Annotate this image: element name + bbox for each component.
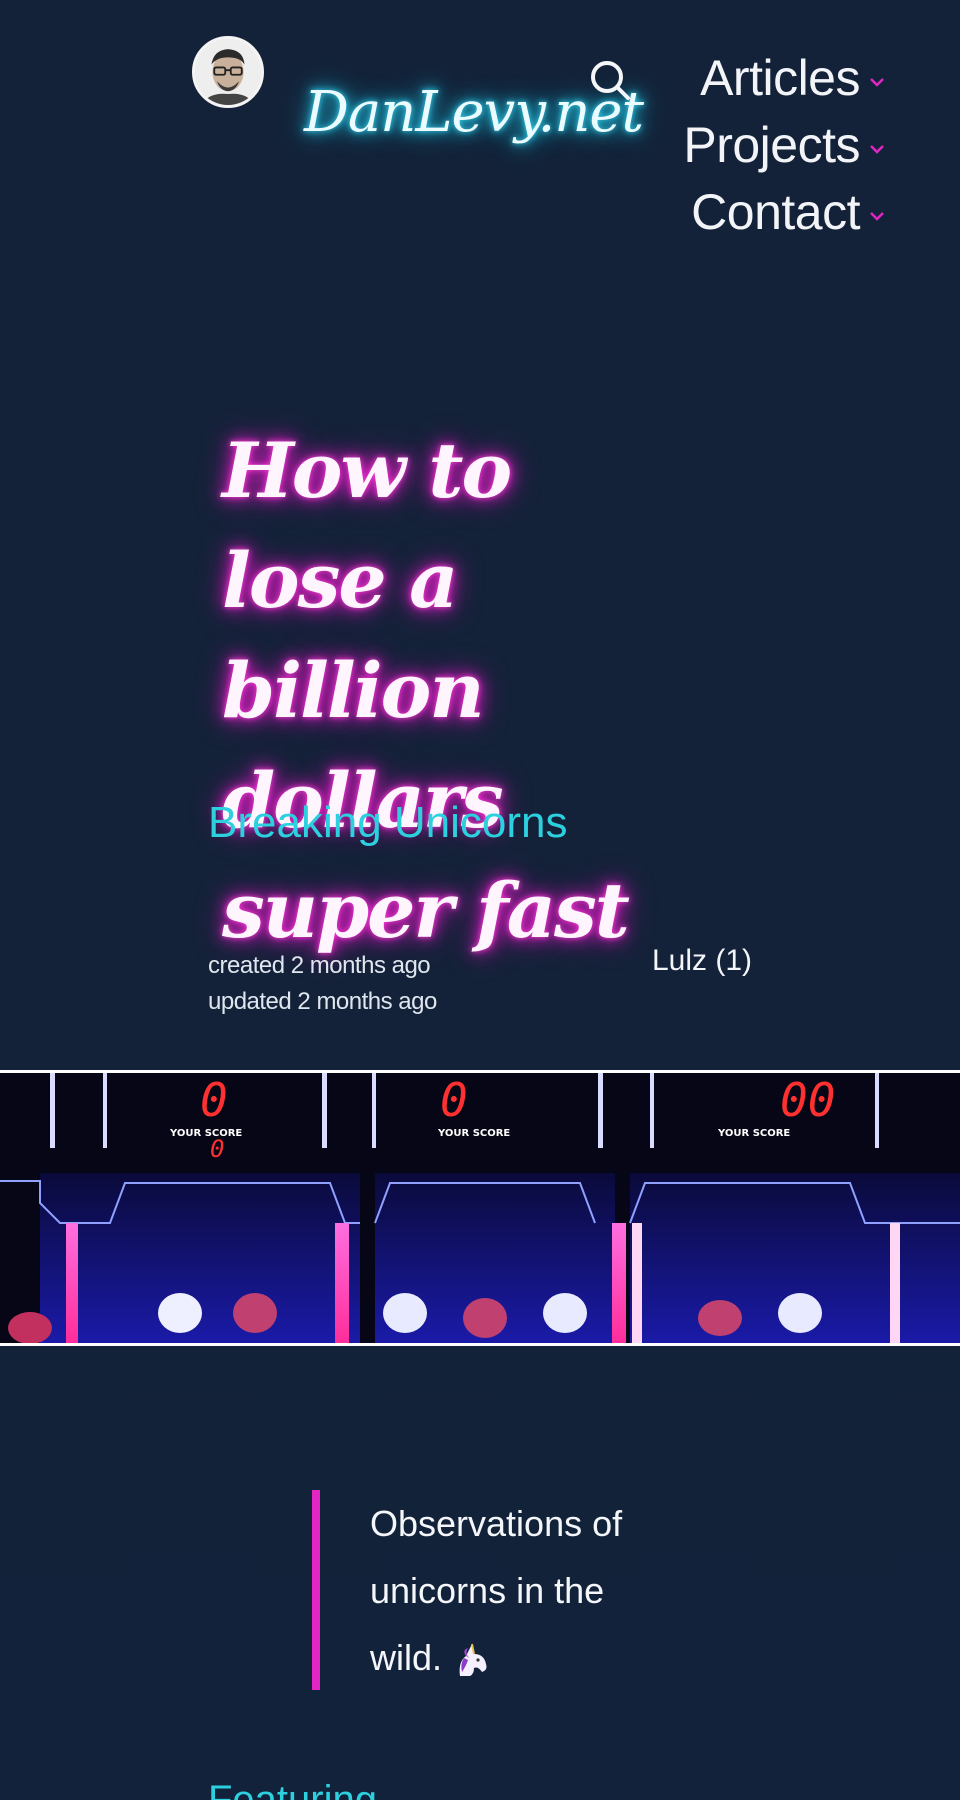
- updated-date: updated 2 months ago: [208, 988, 437, 1015]
- nav-item-label: Contact: [691, 183, 860, 240]
- nav-item-projects[interactable]: Projects: [683, 111, 886, 178]
- score-display: 00: [780, 1073, 835, 1127]
- score-label: YOUR SCORE: [169, 1128, 242, 1139]
- avatar-photo-icon: [195, 39, 261, 105]
- post-meta: created 2 months ago updated 2 months ag…: [208, 948, 437, 1020]
- main-nav: Articles Projects Contact: [683, 44, 886, 245]
- page-title: How to lose a billion dollars super fast: [222, 425, 630, 955]
- chevron-down-icon: [870, 77, 884, 87]
- nav-item-label: Projects: [683, 116, 860, 173]
- avatar[interactable]: [192, 36, 264, 108]
- nav-item-label: Articles: [700, 49, 860, 106]
- nav-item-contact[interactable]: Contact: [691, 178, 886, 245]
- summary-quote: Observations of unicorns in the wild.: [312, 1490, 672, 1690]
- created-date: created 2 months ago: [208, 952, 431, 979]
- search-button[interactable]: [588, 58, 634, 104]
- arcade-machines-image: 0 0 0 00 YOUR SCORE YOUR SCORE YOUR SCOR…: [0, 1073, 960, 1343]
- tag-link[interactable]: Lulz (1): [652, 944, 752, 978]
- score-display: 0: [210, 1135, 224, 1163]
- nav-item-articles[interactable]: Articles: [700, 44, 886, 111]
- quote-body: Observations of unicorns in the wild.: [370, 1503, 623, 1678]
- section-heading-featuring: Featuring: [208, 1778, 377, 1800]
- score-display: 0: [440, 1073, 468, 1127]
- category-link[interactable]: Breaking Unicorns: [208, 798, 568, 848]
- score-label: YOUR SCORE: [717, 1128, 790, 1139]
- score-label: YOUR SCORE: [437, 1128, 510, 1139]
- score-display: 0: [200, 1073, 228, 1127]
- unicorn-icon: [459, 1644, 487, 1677]
- page: DanLevy.net Articles Projects Contact Ho…: [0, 0, 960, 1800]
- hero-image: 0 0 0 00 YOUR SCORE YOUR SCORE YOUR SCOR…: [0, 1070, 960, 1346]
- search-icon: [591, 61, 630, 100]
- chevron-down-icon: [870, 211, 884, 221]
- quote-text: Observations of unicorns in the wild.: [370, 1490, 672, 1691]
- chevron-down-icon: [870, 144, 884, 154]
